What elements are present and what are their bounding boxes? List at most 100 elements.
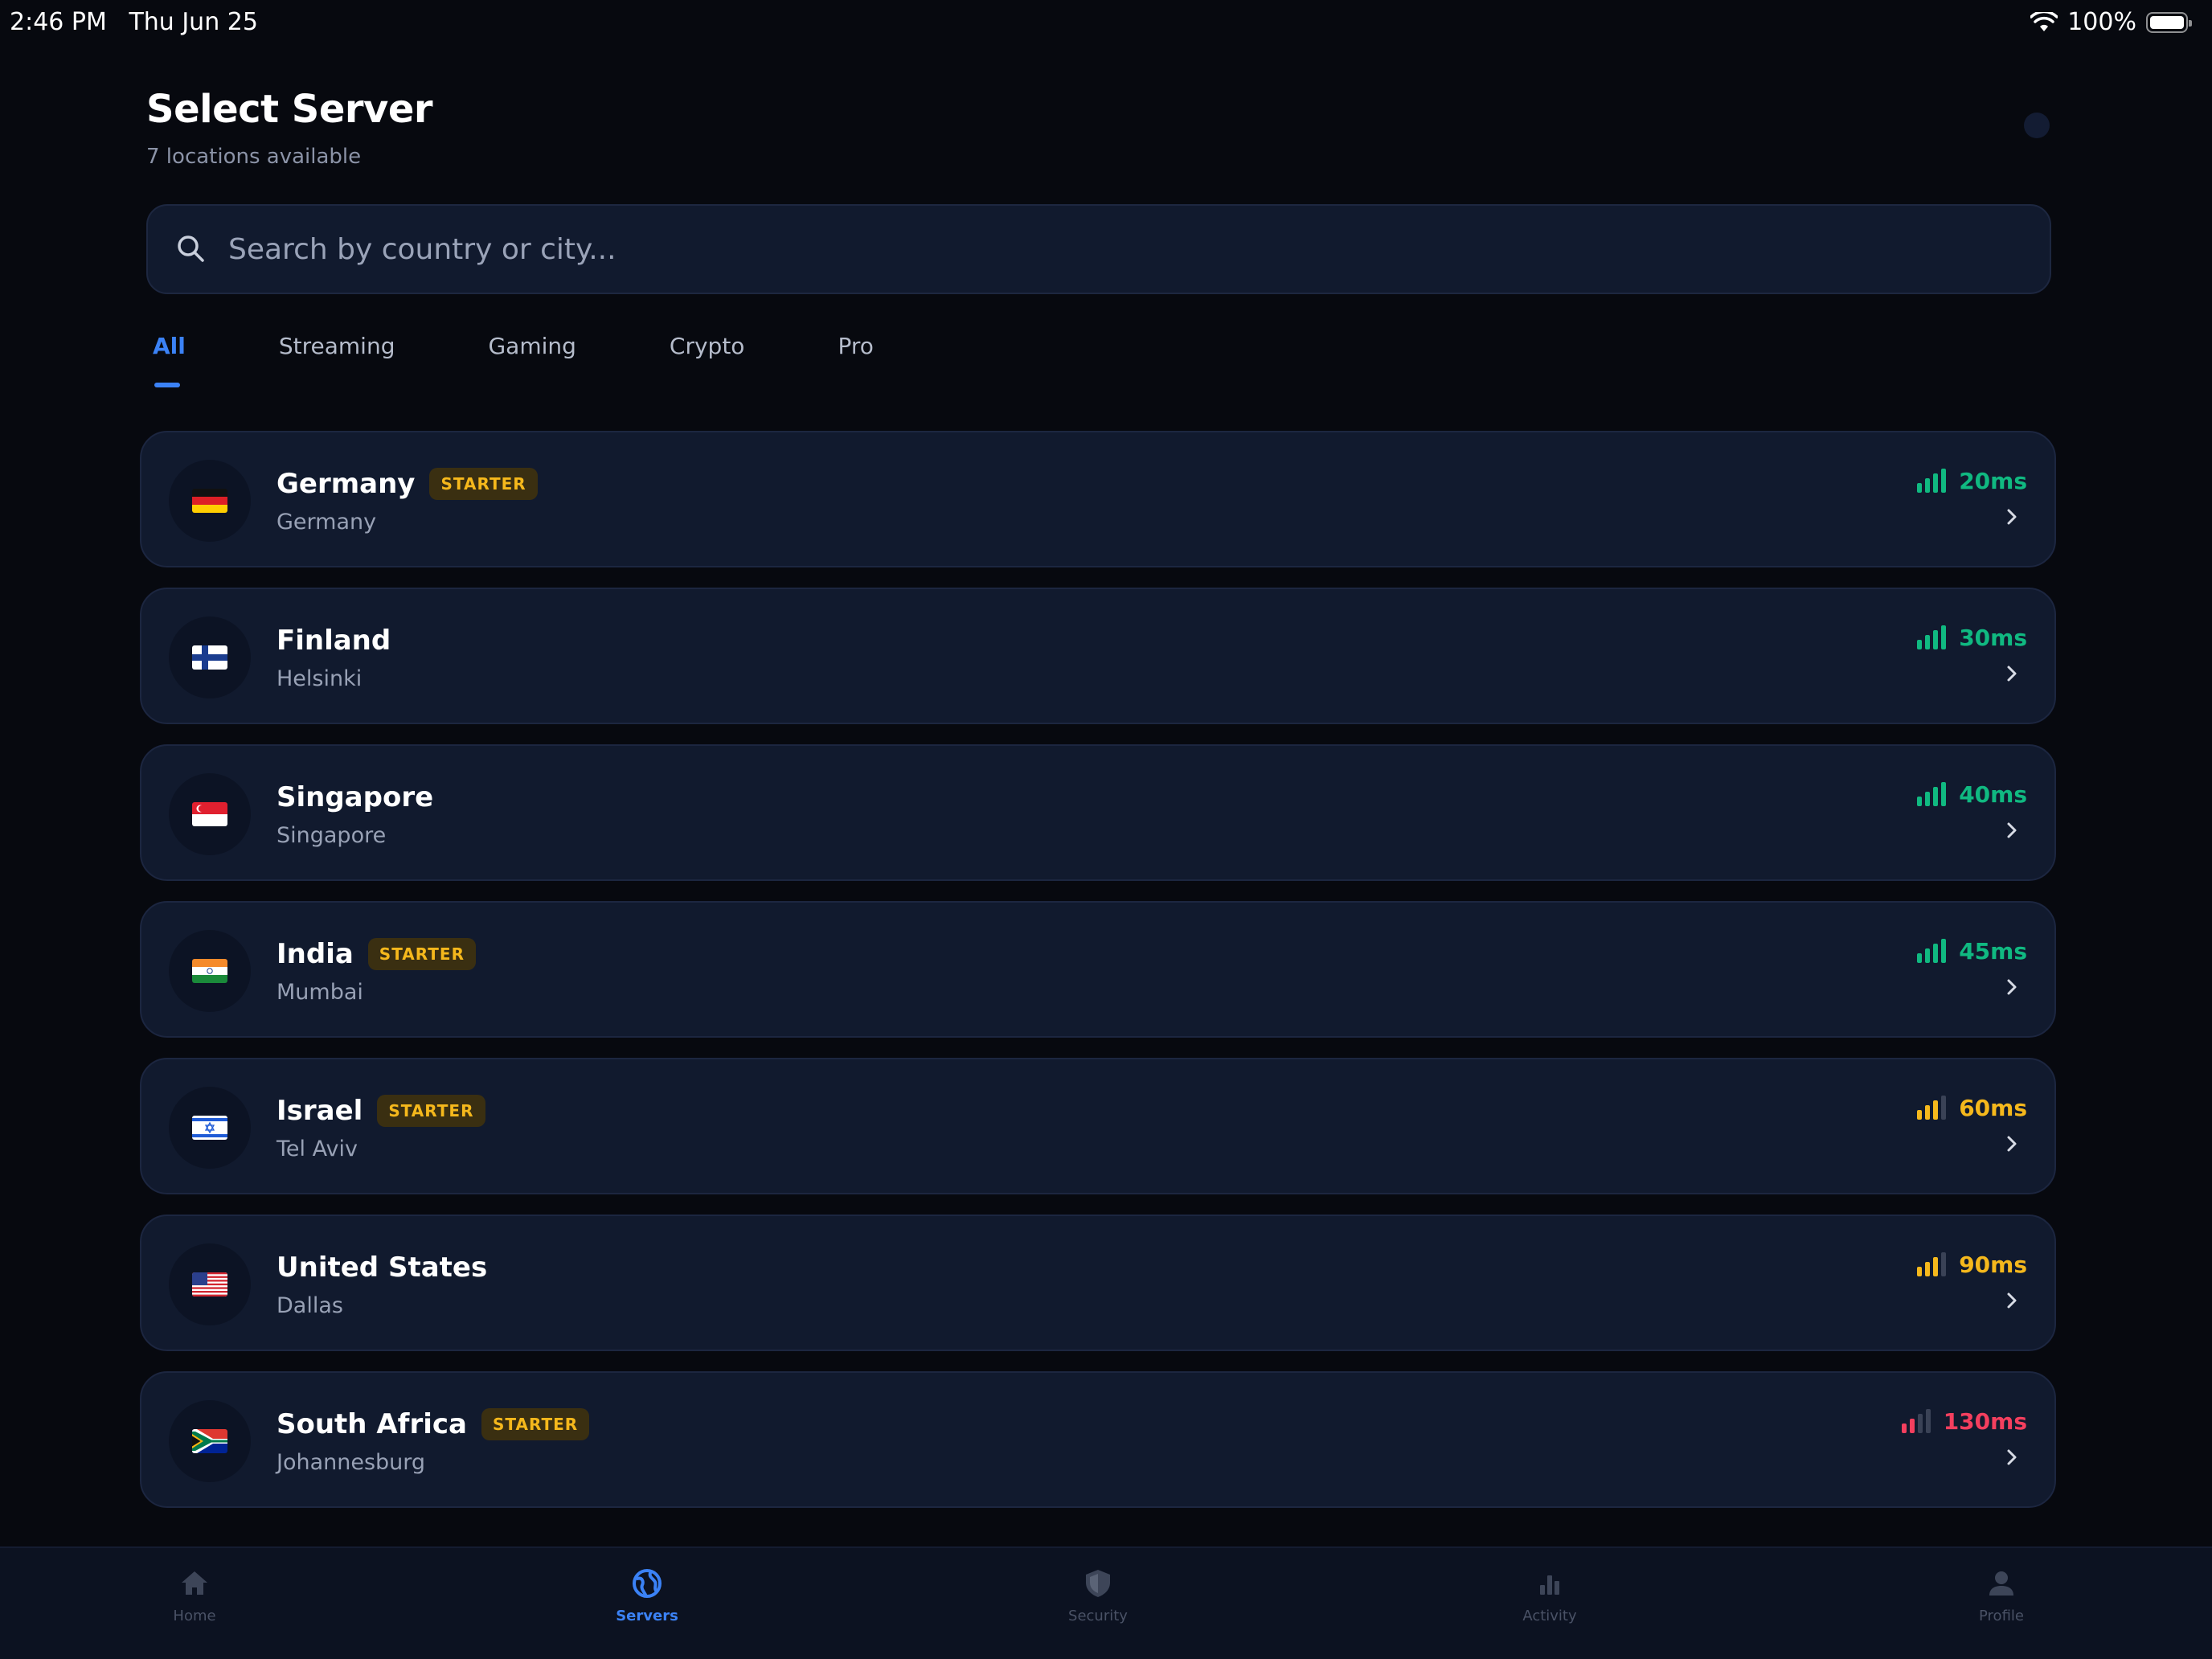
tab-label: Gaming xyxy=(488,333,576,359)
nav-label: Activity xyxy=(1522,1608,1577,1624)
search-input[interactable] xyxy=(228,232,1997,266)
signal-strength-icon xyxy=(1901,1408,1931,1433)
signal-strength-icon xyxy=(1917,1251,1947,1276)
server-name: Singapore xyxy=(276,781,434,813)
nav-label: Home xyxy=(173,1608,216,1624)
flag-container xyxy=(169,460,251,542)
tab-crypto[interactable]: Crypto xyxy=(663,330,753,394)
home-icon xyxy=(182,1571,207,1595)
nav-label: Profile xyxy=(1979,1608,2024,1624)
server-name: Israel xyxy=(276,1095,363,1127)
flag-container xyxy=(169,1243,251,1325)
chevron-right-icon xyxy=(2007,509,2017,525)
vpn-app-screen: 2:46 PM Thu Jun 25 100% Select Server 7 … xyxy=(0,0,2212,1659)
ping-value: 40ms xyxy=(1959,781,2027,808)
server-city: Johannesburg xyxy=(276,1450,426,1475)
server-row[interactable]: Germany STARTER Germany 20ms xyxy=(140,431,2056,567)
server-name: United States xyxy=(276,1251,488,1284)
tab-label: Streaming xyxy=(278,333,395,359)
server-city: Dallas xyxy=(276,1293,343,1318)
signal-strength-icon xyxy=(1917,1095,1947,1120)
server-row[interactable]: United States Dallas 90ms xyxy=(140,1215,2056,1351)
chevron-right-icon xyxy=(2007,979,2017,995)
finland-flag-icon xyxy=(192,645,227,670)
germany-flag-icon xyxy=(192,489,227,513)
flag-container xyxy=(169,616,251,698)
nav-activity[interactable]: Activity xyxy=(1469,1567,1630,1624)
nav-servers[interactable]: Servers xyxy=(567,1567,727,1624)
server-name: South Africa xyxy=(276,1408,467,1440)
tab-gaming[interactable]: Gaming xyxy=(481,330,584,394)
starter-badge: STARTER xyxy=(429,468,538,500)
starter-badge: STARTER xyxy=(481,1408,590,1440)
chevron-right-icon xyxy=(2007,1292,2017,1309)
tab-label: Pro xyxy=(838,333,874,359)
chevron-right-icon xyxy=(2007,1449,2017,1465)
status-bar: 2:46 PM Thu Jun 25 100% xyxy=(0,0,2212,48)
ping-value: 90ms xyxy=(1959,1251,2027,1278)
ping-indicator: 40ms xyxy=(1917,781,2027,808)
singapore-flag-icon xyxy=(192,802,227,826)
shield-icon xyxy=(1086,1570,1110,1597)
ping-indicator: 130ms xyxy=(1901,1408,2027,1435)
ping-indicator: 20ms xyxy=(1917,468,2027,494)
ping-value: 60ms xyxy=(1959,1095,2027,1121)
server-city: Tel Aviv xyxy=(276,1137,358,1161)
nav-label: Security xyxy=(1068,1608,1128,1624)
server-row[interactable]: South Africa STARTER Johannesburg 130ms xyxy=(140,1371,2056,1508)
nav-profile[interactable]: Profile xyxy=(1921,1567,2082,1624)
starter-badge: STARTER xyxy=(367,938,476,970)
server-row[interactable]: Israel STARTER Tel Aviv 60ms xyxy=(140,1058,2056,1194)
chevron-right-icon xyxy=(2007,666,2017,682)
flag-container xyxy=(169,773,251,855)
israel-flag-icon xyxy=(192,1116,227,1140)
locations-count: 7 locations available xyxy=(146,145,362,169)
server-city: Mumbai xyxy=(276,980,363,1005)
flag-container xyxy=(169,1087,251,1169)
south-africa-flag-icon xyxy=(192,1429,227,1453)
signal-strength-icon xyxy=(1917,938,1947,963)
usa-flag-icon xyxy=(192,1272,227,1296)
nav-security[interactable]: Security xyxy=(1018,1567,1178,1624)
flag-container xyxy=(169,1400,251,1482)
starter-badge: STARTER xyxy=(377,1095,485,1127)
battery-percent: 100% xyxy=(2067,8,2136,36)
signal-strength-icon xyxy=(1917,625,1947,649)
wifi-icon xyxy=(2030,11,2058,31)
battery-icon xyxy=(2146,11,2192,33)
chevron-right-icon xyxy=(2007,1136,2017,1152)
person-icon xyxy=(1989,1571,2013,1596)
status-date: Thu Jun 25 xyxy=(129,8,258,36)
globe-icon xyxy=(633,1569,662,1598)
server-name: Finland xyxy=(276,625,391,657)
ping-value: 45ms xyxy=(1959,938,2027,965)
server-city: Helsinki xyxy=(276,666,363,691)
search-bar[interactable] xyxy=(146,204,2051,294)
ping-indicator: 30ms xyxy=(1917,625,2027,651)
tab-label: All xyxy=(153,333,186,359)
server-row[interactable]: India STARTER Mumbai 45ms xyxy=(140,901,2056,1038)
server-list: Germany STARTER Germany 20ms Finland Hel… xyxy=(140,431,2056,1528)
status-time: 2:46 PM xyxy=(10,8,107,36)
nav-label: Servers xyxy=(616,1608,678,1624)
ping-indicator: 45ms xyxy=(1917,938,2027,965)
tab-pro[interactable]: Pro xyxy=(831,330,881,394)
tab-label: Crypto xyxy=(669,333,745,359)
server-row[interactable]: Finland Helsinki 30ms xyxy=(140,588,2056,724)
tab-streaming[interactable]: Streaming xyxy=(272,330,403,394)
tab-all[interactable]: All xyxy=(146,330,194,394)
ping-indicator: 60ms xyxy=(1917,1095,2027,1121)
server-city: Singapore xyxy=(276,823,387,848)
page-title: Select Server xyxy=(146,87,433,132)
server-name: Germany xyxy=(276,468,416,500)
category-tabs: All Streaming Gaming Crypto Pro xyxy=(146,330,961,394)
header-avatar-dot[interactable] xyxy=(2024,113,2050,138)
signal-strength-icon xyxy=(1917,781,1947,806)
chevron-right-icon xyxy=(2007,822,2017,838)
server-city: Germany xyxy=(276,510,377,535)
server-row[interactable]: Singapore Singapore 40ms xyxy=(140,744,2056,881)
ping-indicator: 90ms xyxy=(1917,1251,2027,1278)
india-flag-icon xyxy=(192,959,227,983)
nav-home[interactable]: Home xyxy=(114,1567,275,1624)
bar-chart-icon xyxy=(1540,1575,1559,1595)
